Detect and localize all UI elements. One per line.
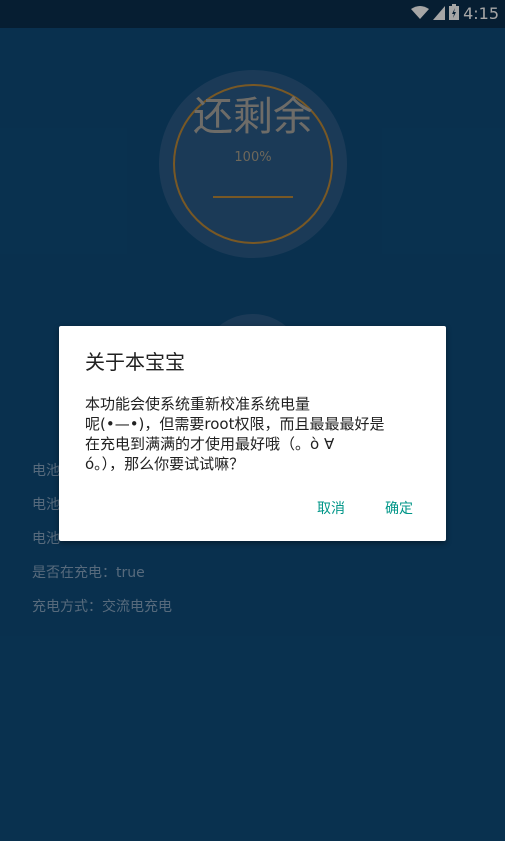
dialog-title: 关于本宝宝 xyxy=(85,350,185,374)
dialog-message-line: 本功能会使系统重新校准系统电量 xyxy=(85,395,311,413)
cancel-button[interactable]: 取消 xyxy=(317,498,345,518)
about-dialog: 关于本宝宝 本功能会使系统重新校准系统电量 呢(•—•)，但需要root权限，而… xyxy=(59,326,446,541)
dialog-message-line: ó。），那么你要试试嘛？ xyxy=(85,455,245,473)
dialog-message: 本功能会使系统重新校准系统电量 呢(•—•)，但需要root权限，而且最最最好是… xyxy=(85,394,425,474)
dialog-message-line: 呢(•—•)，但需要root权限，而且最最最好是 xyxy=(85,415,385,433)
ok-button[interactable]: 确定 xyxy=(385,498,413,518)
dialog-message-line: 在充电到满满的才使用最好哦（。ò ∀ xyxy=(85,435,335,453)
